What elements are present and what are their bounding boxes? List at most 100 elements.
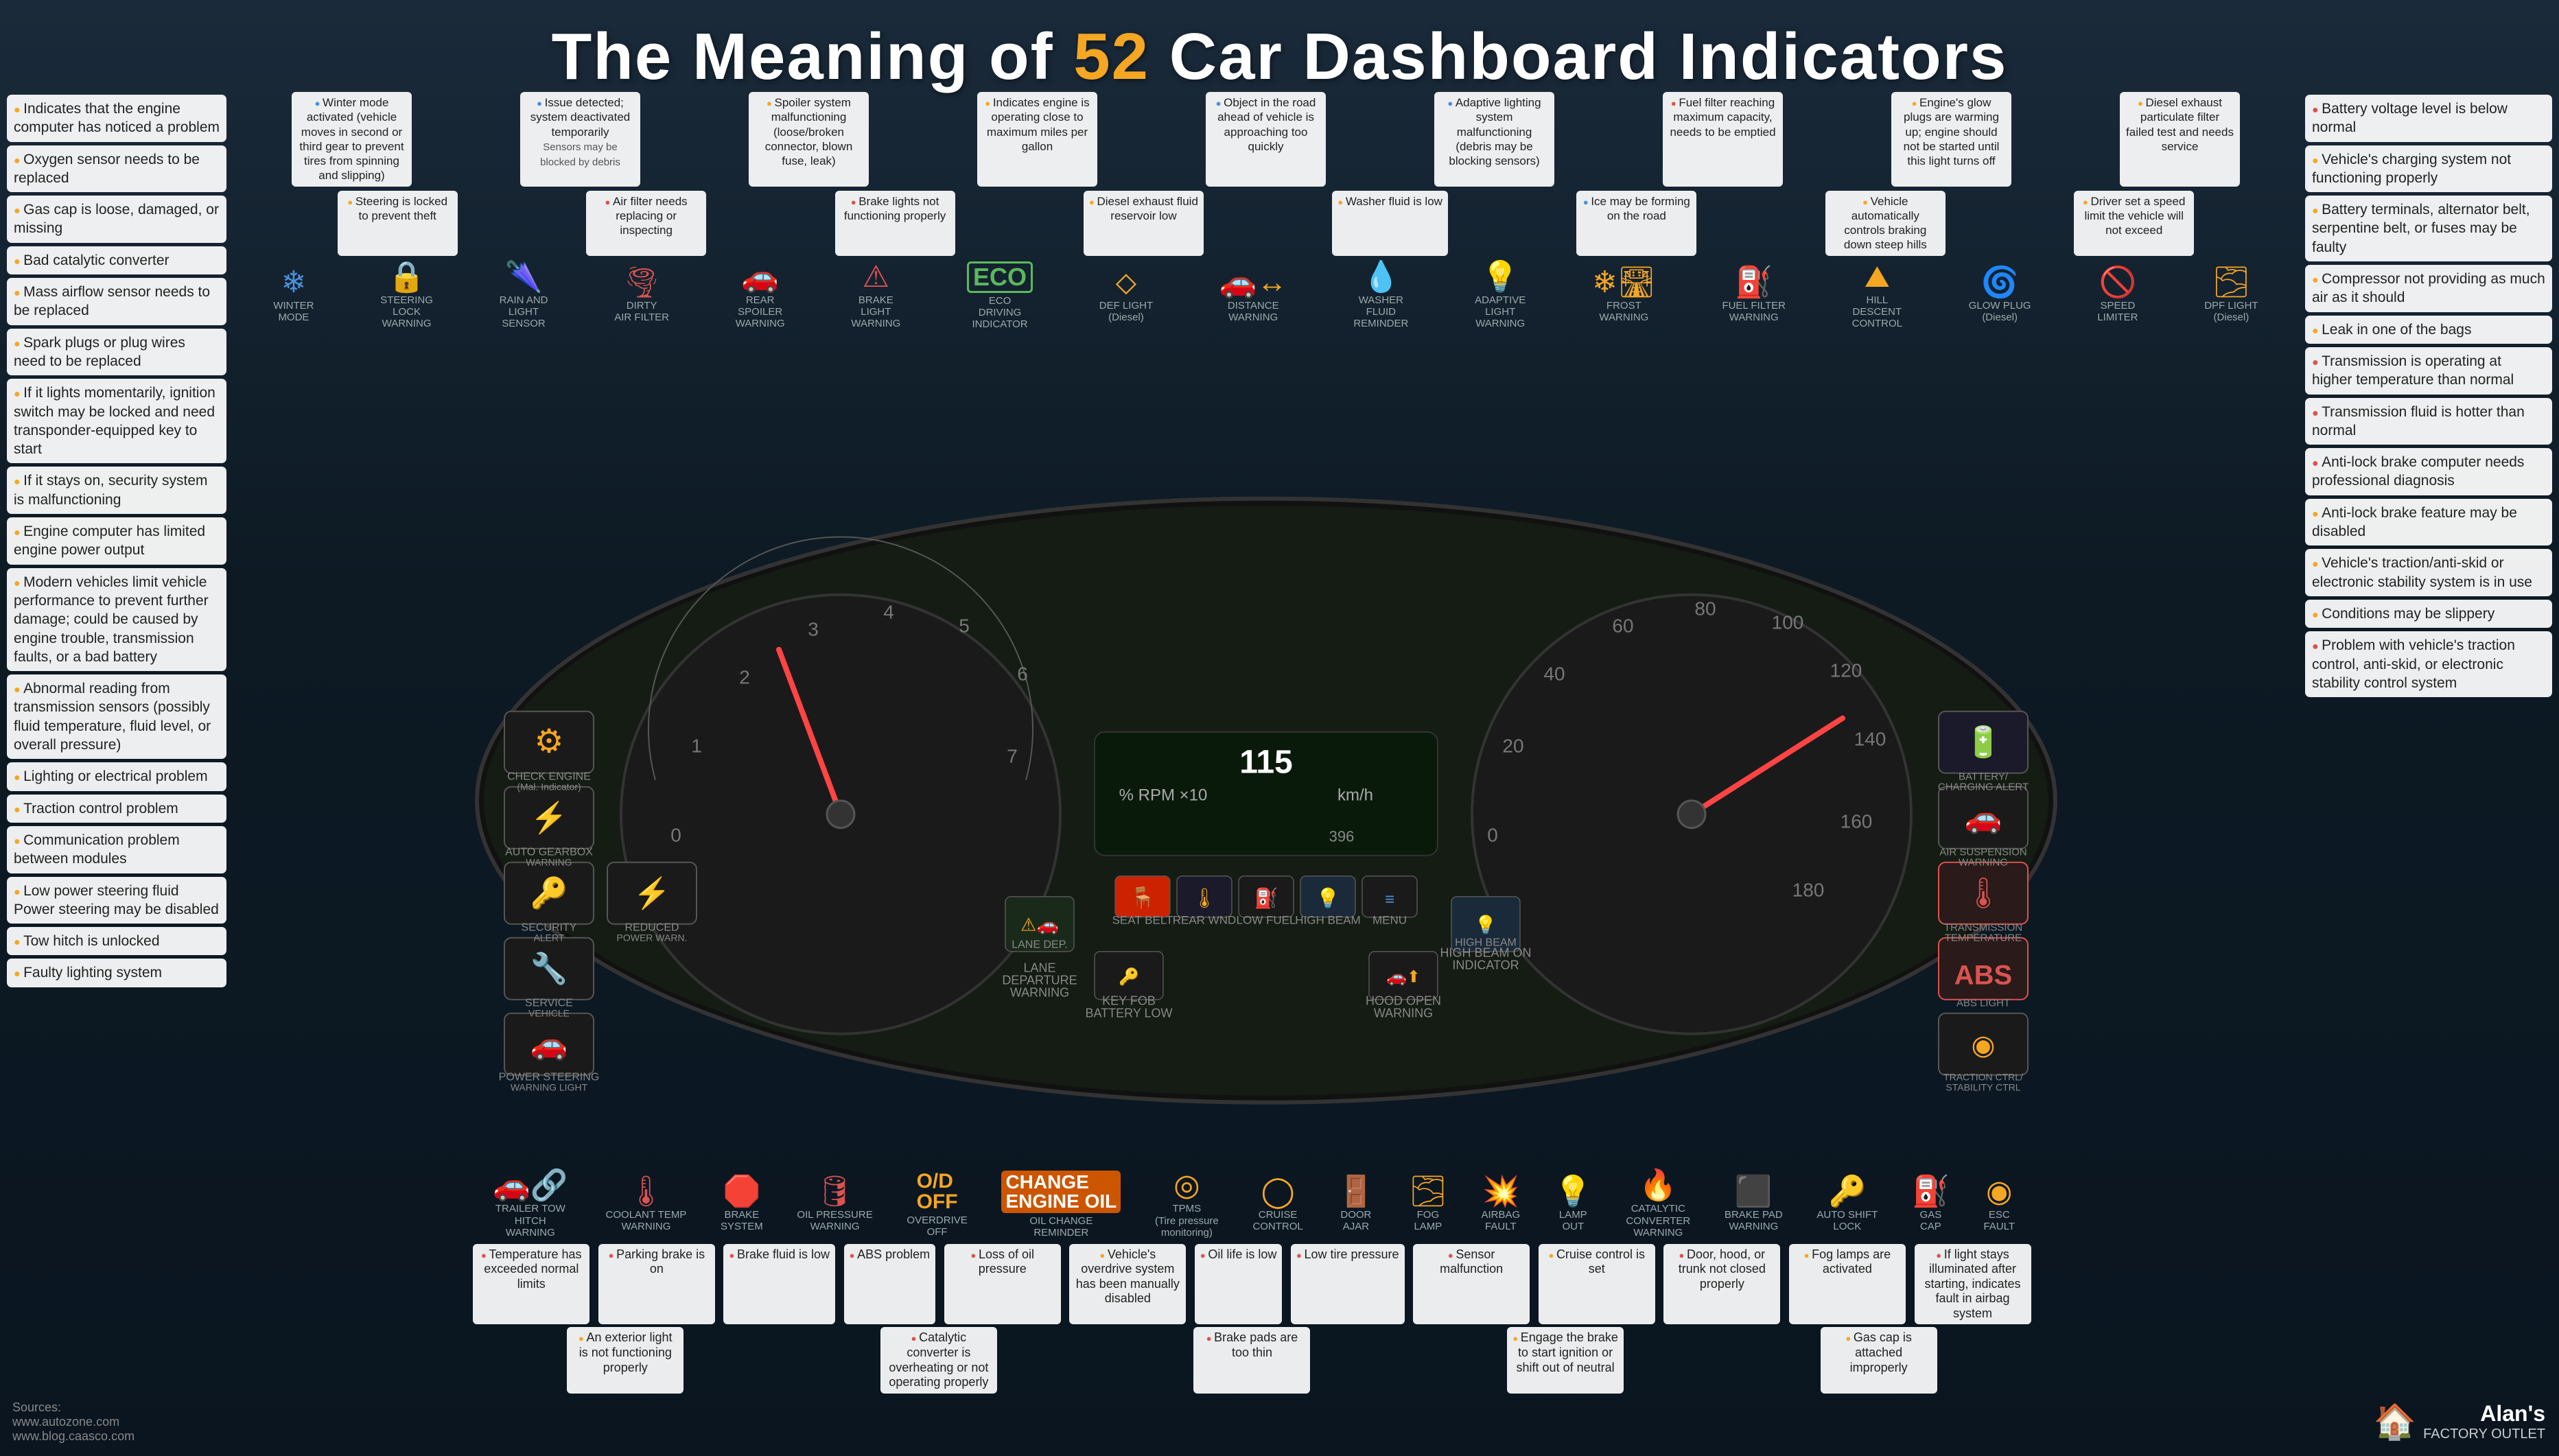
svg-text:396: 396 — [1329, 828, 1354, 845]
icon-trailer-tow: 🚗🔗 TRAILER TOWHITCH WARNING — [489, 1171, 572, 1238]
svg-text:LANE DEP.: LANE DEP. — [1012, 939, 1068, 951]
icon-adaptive-light: 💡 ADAPTIVELIGHTWARNING — [1475, 262, 1526, 330]
svg-text:0: 0 — [1487, 825, 1498, 846]
icon-cruise: ◯ CRUISECONTROL — [1252, 1177, 1302, 1233]
icon-brake-light: ⚠ BRAKELIGHTWARNING — [851, 262, 900, 330]
second-callout-diesel-exhaust: Diesel exhaust fluid reservoir low — [1084, 191, 1204, 256]
second-callout-washer: Washer fluid is low — [1332, 191, 1448, 256]
svg-text:ABS LIGHT: ABS LIGHT — [1956, 998, 2009, 1009]
bc-shift: Engage the brake to start ignition or sh… — [1507, 1327, 1624, 1393]
brake-pad-sym: ⬛ — [1735, 1177, 1773, 1207]
dirty-air-label: DIRTYAIR FILTER — [614, 300, 669, 324]
icon-dpf: 🌫 DPF LIGHT(Diesel) — [2204, 268, 2258, 324]
right-callout-8: Anti-lock brake feature may be disabled — [2305, 499, 2552, 546]
brake-pad-label: BRAKE PADWARNING — [1725, 1209, 1783, 1233]
bc-temp: Temperature has exceeded normal limits — [473, 1244, 589, 1325]
top-callout-distance: Object in the road ahead of vehicle is a… — [1206, 92, 1326, 187]
brake-light-label: BRAKELIGHTWARNING — [851, 294, 900, 330]
adaptive-sym: 💡 — [1482, 262, 1519, 292]
bc-gas-cap: Gas cap is attached improperly — [1821, 1327, 1937, 1393]
svg-text:⚙: ⚙ — [534, 724, 563, 760]
rear-spoiler-label: REARSPOILERWARNING — [736, 294, 785, 330]
right-callouts-panel: Battery voltage level is below normal Ve… — [2298, 89, 2559, 703]
right-callout-7: Anti-lock brake computer needs professio… — [2305, 448, 2552, 495]
cruise-label: CRUISECONTROL — [1252, 1209, 1302, 1233]
left-callout-1: Oxygen sensor needs to be replaced — [7, 145, 226, 193]
svg-text:HIGH BEAM: HIGH BEAM — [1295, 914, 1360, 927]
right-callout-6: Transmission fluid is hotter than normal — [2305, 398, 2552, 445]
winter-mode-sym: ❄ — [281, 268, 307, 298]
bc-oil-life: Oil life is low — [1195, 1244, 1283, 1325]
left-callout-2: Gas cap is loose, damaged, or missing — [7, 196, 226, 243]
svg-text:🔧: 🔧 — [530, 950, 568, 986]
bc-catalytic: Catalytic converter is overheating or no… — [880, 1327, 997, 1393]
brand-logo: 🏠 Alan's FACTORY OUTLET — [2374, 1401, 2545, 1442]
svg-text:ABS: ABS — [1954, 961, 2011, 991]
right-callout-5: Transmission is operating at higher temp… — [2305, 347, 2552, 395]
catalytic-label: CATALYTICCONVERTERWARNING — [1626, 1203, 1690, 1238]
source-link-1: www.autozone.com — [12, 1415, 135, 1429]
svg-text:120: 120 — [1830, 660, 1862, 681]
svg-text:115: 115 — [1239, 744, 1292, 781]
trailer-label: TRAILER TOWHITCH WARNING — [489, 1203, 572, 1238]
bc-tire: Low tire pressure — [1291, 1244, 1405, 1325]
svg-text:DEPARTURE: DEPARTURE — [1002, 974, 1077, 987]
frost-sym: ❄🛣 — [1592, 268, 1656, 298]
lamp-label: LAMPOUT — [1559, 1209, 1587, 1233]
svg-text:◉: ◉ — [1971, 1031, 1995, 1061]
tpms-label: TPMS(Tire pressuremonitoring) — [1155, 1203, 1219, 1238]
oil-sym: 🛢 — [816, 1177, 854, 1207]
right-callout-1: Vehicle's charging system not functionin… — [2305, 145, 2552, 193]
top-callout-fuel: Fuel filter reaching maximum capacity, n… — [1663, 92, 1783, 187]
top-callout-winter: Winter mode activated (vehicle moves in … — [292, 92, 412, 187]
svg-text:CHARGING ALERT: CHARGING ALERT — [1937, 782, 2028, 793]
dpf-label: DPF LIGHT(Diesel) — [2204, 300, 2258, 324]
dashboard-speedometer: 0 1 2 3 4 5 6 7 0 20 40 60 80 100 120 14… — [443, 471, 2090, 1127]
bc-sensor: Sensor malfunction — [1413, 1244, 1530, 1325]
icon-airbag: 💥 AIRBAGFAULT — [1482, 1177, 1521, 1233]
bottom-callouts-row1: Temperature has exceeded normal limits P… — [467, 1242, 2037, 1396]
bottom-section: 🚗🔗 TRAILER TOWHITCH WARNING 🌡 COOLANT TE… — [467, 1168, 2037, 1456]
left-callout-0: Indicates that the engine computer has n… — [7, 95, 226, 142]
eco-label: ECODRIVINGINDICATOR — [972, 295, 1027, 331]
icon-lamp-out: 💡 LAMPOUT — [1554, 1177, 1592, 1233]
svg-text:⚠🚗: ⚠🚗 — [1020, 915, 1059, 935]
icon-brake-pad: ⬛ BRAKE PADWARNING — [1725, 1177, 1783, 1233]
top-callout-dpf: Diesel exhaust particulate filter failed… — [2120, 92, 2240, 187]
icon-rear-spoiler: 🚗 REARSPOILERWARNING — [736, 262, 785, 330]
left-callout-4: Mass airflow sensor needs to be replaced — [7, 278, 226, 325]
brake-light-sym: ⚠ — [863, 262, 889, 292]
coolant-label: COOLANT TEMPWARNING — [606, 1209, 687, 1233]
svg-text:100: 100 — [1771, 612, 1803, 633]
icon-dirty-air: 🌪 DIRTYAIR FILTER — [614, 268, 669, 324]
bc-overdrive: Vehicle's overdrive system has been manu… — [1069, 1244, 1186, 1325]
top-callout-spoiler: Spoiler system malfunctioning (loose/bro… — [749, 92, 869, 187]
second-callout-speed: Driver set a speed limit the vehicle wil… — [2074, 191, 2194, 256]
page-wrapper: The Meaning of 52 Car Dashboard Indicato… — [0, 0, 2559, 1456]
svg-text:⚡: ⚡ — [633, 876, 670, 911]
oil-change-label: OIL CHANGEREMINDER — [1029, 1215, 1092, 1239]
left-mid-callout-2: Traction control problem — [7, 795, 226, 823]
left-callout-9: Modern vehicles limit vehicle performanc… — [7, 568, 226, 671]
rain-light-sym: 🌂 — [505, 262, 543, 292]
icon-glow-plug: 🌀 GLOW PLUG(Diesel) — [1969, 268, 2031, 324]
brand-sub: FACTORY OUTLET — [2423, 1426, 2545, 1442]
brand-icon: 🏠 — [2374, 1402, 2416, 1442]
bc-brake-fluid: Brake fluid is low — [723, 1244, 835, 1325]
top-callout-eco: Indicates engine is operating close to m… — [977, 92, 1097, 187]
icon-distance: 🚗↔ DISTANCEWARNING — [1219, 268, 1287, 324]
svg-text:WARNING: WARNING — [526, 857, 572, 868]
second-callout-brake-light: Brake lights not functioning properly — [835, 191, 955, 256]
svg-text:⚡: ⚡ — [530, 801, 568, 836]
hill-descent-label: HILLDESCENTCONTROL — [1852, 294, 1902, 330]
bc-oil: Loss of oil pressure — [944, 1244, 1061, 1325]
icon-hill-descent: ⛰ HILLDESCENTCONTROL — [1852, 262, 1902, 330]
left-bot-callout-1: Tow hitch is unlocked — [7, 927, 226, 955]
icon-gas-cap: ⛽ GASCAP — [1912, 1177, 1950, 1233]
left-bot-callout-2: Faulty lighting system — [7, 959, 226, 987]
rain-light-label: RAIN ANDLIGHTSENSOR — [500, 294, 548, 330]
brake-sym: 🛑 — [723, 1177, 760, 1207]
airbag-sym: 💥 — [1482, 1177, 1519, 1207]
washer-label: WASHERFLUIDREMINDER — [1353, 294, 1408, 330]
speed-limiter-label: SPEEDLIMITER — [2097, 300, 2138, 324]
